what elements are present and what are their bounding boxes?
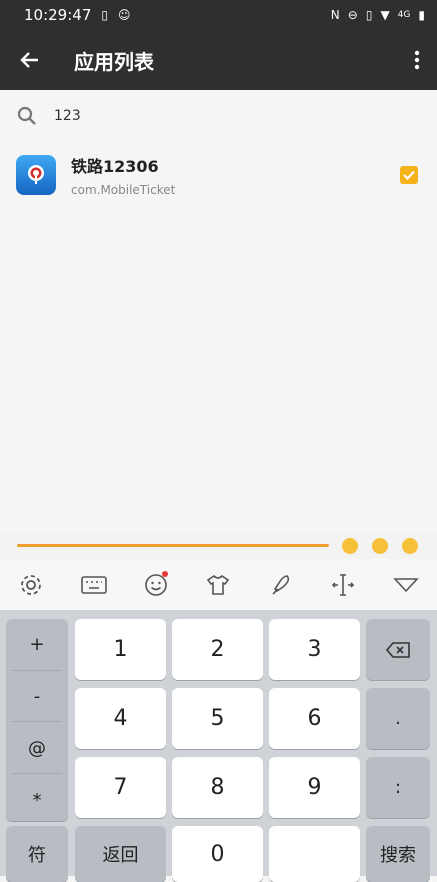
check-icon bbox=[403, 170, 415, 181]
app-bar: 应用列表 bbox=[0, 30, 437, 90]
emoji-sticker-icon[interactable] bbox=[342, 538, 358, 554]
handwriting-icon bbox=[272, 574, 290, 595]
handwriting-button[interactable] bbox=[261, 565, 301, 605]
search-input[interactable] bbox=[52, 107, 356, 125]
app-name: 铁路12306 bbox=[71, 157, 159, 176]
dnd-icon: ⊖ bbox=[347, 8, 358, 22]
theme-shirt-icon bbox=[207, 574, 230, 595]
backspace-icon bbox=[385, 641, 410, 658]
key-asterisk[interactable]: * bbox=[6, 775, 68, 825]
key-3[interactable]: 3 bbox=[269, 619, 360, 680]
railway-logo-icon bbox=[28, 165, 44, 184]
more-options-button[interactable] bbox=[397, 30, 437, 90]
app-checkbox[interactable] bbox=[400, 166, 418, 184]
back-key[interactable]: 返回 bbox=[75, 826, 166, 882]
list-item[interactable]: 铁路12306 com.MobileTicket bbox=[0, 142, 437, 208]
collapse-keyboard-icon bbox=[392, 577, 419, 592]
key-5[interactable]: 5 bbox=[172, 688, 263, 749]
keyboard-toolbar bbox=[0, 559, 437, 610]
notification-icon: ▯ bbox=[101, 8, 108, 22]
key-0[interactable]: 0 bbox=[172, 826, 263, 882]
notification-dot bbox=[162, 570, 169, 577]
back-button[interactable] bbox=[0, 30, 60, 90]
search-bar bbox=[0, 90, 437, 142]
face-icon: ☺ bbox=[117, 8, 131, 22]
keyboard-candidate-bar bbox=[0, 533, 437, 559]
key-minus[interactable]: - bbox=[6, 671, 68, 721]
key-8[interactable]: 8 bbox=[172, 757, 263, 818]
theme-button[interactable] bbox=[198, 565, 238, 605]
key-7[interactable]: 7 bbox=[75, 757, 166, 818]
settings-button[interactable] bbox=[11, 565, 51, 605]
status-bar: 10:29:47 ▯ ☺ Ν ⊖ ▯ ▼ 4G ▮ bbox=[0, 0, 437, 30]
key-dot[interactable]: . bbox=[366, 688, 430, 749]
emoji-sticker-icon[interactable] bbox=[372, 538, 388, 554]
app-icon-12306 bbox=[16, 155, 56, 195]
status-time: 10:29:47 bbox=[24, 6, 92, 24]
nfc-icon: Ν bbox=[330, 8, 340, 22]
wifi-icon: ▼ bbox=[380, 8, 390, 22]
symbols-key[interactable]: 符 bbox=[6, 826, 68, 882]
key-at[interactable]: @ bbox=[6, 723, 68, 773]
backspace-button[interactable] bbox=[366, 619, 430, 680]
network-label: 4G bbox=[397, 10, 411, 20]
emoji-button[interactable] bbox=[136, 565, 176, 605]
key-6[interactable]: 6 bbox=[269, 688, 360, 749]
key-colon[interactable]: : bbox=[366, 757, 430, 818]
cursor-move-button[interactable] bbox=[323, 565, 363, 605]
symbol-column: + - @ * bbox=[6, 619, 68, 821]
key-plus[interactable]: + bbox=[6, 619, 68, 669]
key-4[interactable]: 4 bbox=[75, 688, 166, 749]
keyboard-icon bbox=[80, 575, 107, 594]
keyboard-layout-button[interactable] bbox=[74, 565, 114, 605]
key-9[interactable]: 9 bbox=[269, 757, 360, 818]
search-icon bbox=[17, 106, 36, 125]
key-2[interactable]: 2 bbox=[172, 619, 263, 680]
page-title: 应用列表 bbox=[74, 49, 154, 74]
emoji-sticker-icon[interactable] bbox=[402, 538, 418, 554]
key-1[interactable]: 1 bbox=[75, 619, 166, 680]
search-key[interactable]: 搜索 bbox=[366, 826, 430, 882]
app-package: com.MobileTicket bbox=[71, 183, 176, 197]
progress-bar bbox=[17, 544, 329, 547]
collapse-keyboard-button[interactable] bbox=[386, 565, 426, 605]
vibrate-icon: ▯ bbox=[365, 8, 373, 22]
back-arrow-icon bbox=[20, 52, 38, 68]
cursor-move-icon bbox=[332, 573, 355, 596]
more-vert-icon bbox=[414, 50, 420, 70]
battery-icon: ▮ bbox=[418, 8, 425, 22]
space-key[interactable] bbox=[269, 826, 360, 882]
numeric-keyboard: + - @ * 1 2 3 4 5 6 . 7 8 9 : 符 返回 0 搜索 bbox=[0, 610, 437, 882]
settings-icon bbox=[21, 574, 42, 595]
